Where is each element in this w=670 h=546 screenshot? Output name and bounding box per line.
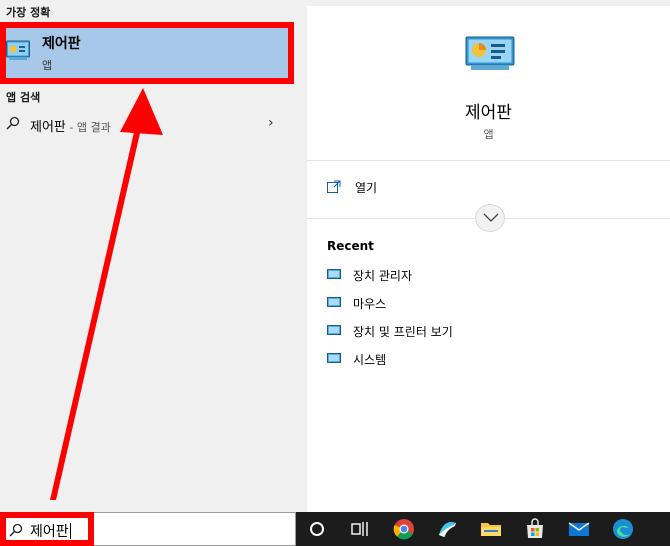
search-input[interactable]: 제어판 <box>30 521 71 541</box>
best-match-result[interactable]: 제어판 앱 <box>0 24 291 82</box>
web-result-hint: - 앱 결과 <box>65 121 111 134</box>
search-results-pane: 가장 정확 제어판 앱 앱 검색 제어판 - 앱 결과 › <box>0 0 305 512</box>
control-panel-small-icon <box>327 297 341 307</box>
recent-header: Recent <box>327 239 374 253</box>
control-panel-icon <box>6 40 30 60</box>
detail-title: 제어판 <box>465 103 512 123</box>
edge-icon[interactable] <box>611 517 635 541</box>
recent-item-label: 장치 및 프린터 보기 <box>353 325 453 339</box>
cortana-circle-icon[interactable] <box>305 517 329 541</box>
control-panel-small-icon <box>327 353 341 363</box>
web-search-result[interactable]: 제어판 - 앱 결과 › <box>0 112 295 138</box>
control-panel-small-icon <box>327 269 341 279</box>
control-panel-small-icon <box>327 325 341 335</box>
app-icon[interactable] <box>435 517 459 541</box>
search-input-value: 제어판 <box>30 524 69 540</box>
search-icon <box>9 523 23 537</box>
recent-item-label: 장치 관리자 <box>353 269 413 283</box>
store-icon[interactable] <box>523 517 547 541</box>
detail-card: 제어판 앱 열기 Recent 장치 관리자 마우스 장치 및 프린터 보기 시… <box>307 6 670 512</box>
control-panel-large-icon <box>465 36 515 70</box>
taskbar: 제어판 <box>0 512 670 546</box>
file-explorer-icon[interactable] <box>479 517 503 541</box>
recent-item-label: 시스템 <box>353 353 387 367</box>
text-caret <box>69 523 71 539</box>
taskbar-search-box[interactable]: 제어판 <box>0 512 296 546</box>
open-icon <box>327 180 341 193</box>
best-match-type: 앱 <box>42 59 53 72</box>
web-result-text: 제어판 <box>30 120 66 135</box>
detail-pane: 제어판 앱 열기 Recent 장치 관리자 마우스 장치 및 프린터 보기 시… <box>305 0 670 512</box>
best-match-header: 가장 정확 <box>6 6 51 19</box>
web-search-header: 앱 검색 <box>6 91 41 104</box>
detail-subtitle: 앱 <box>483 128 494 141</box>
divider <box>307 160 670 161</box>
task-view-icon[interactable] <box>348 517 372 541</box>
chevron-down-icon <box>483 213 499 222</box>
open-label: 열기 <box>355 181 378 195</box>
chevron-right-icon[interactable]: › <box>268 115 274 131</box>
web-result-label: 제어판 - 앱 결과 <box>30 116 111 135</box>
mail-icon[interactable] <box>567 517 591 541</box>
recent-item-label: 마우스 <box>353 297 387 311</box>
chrome-icon[interactable] <box>392 517 416 541</box>
expand-button[interactable] <box>475 204 505 232</box>
search-icon <box>6 116 20 130</box>
best-match-title: 제어판 <box>42 36 81 52</box>
